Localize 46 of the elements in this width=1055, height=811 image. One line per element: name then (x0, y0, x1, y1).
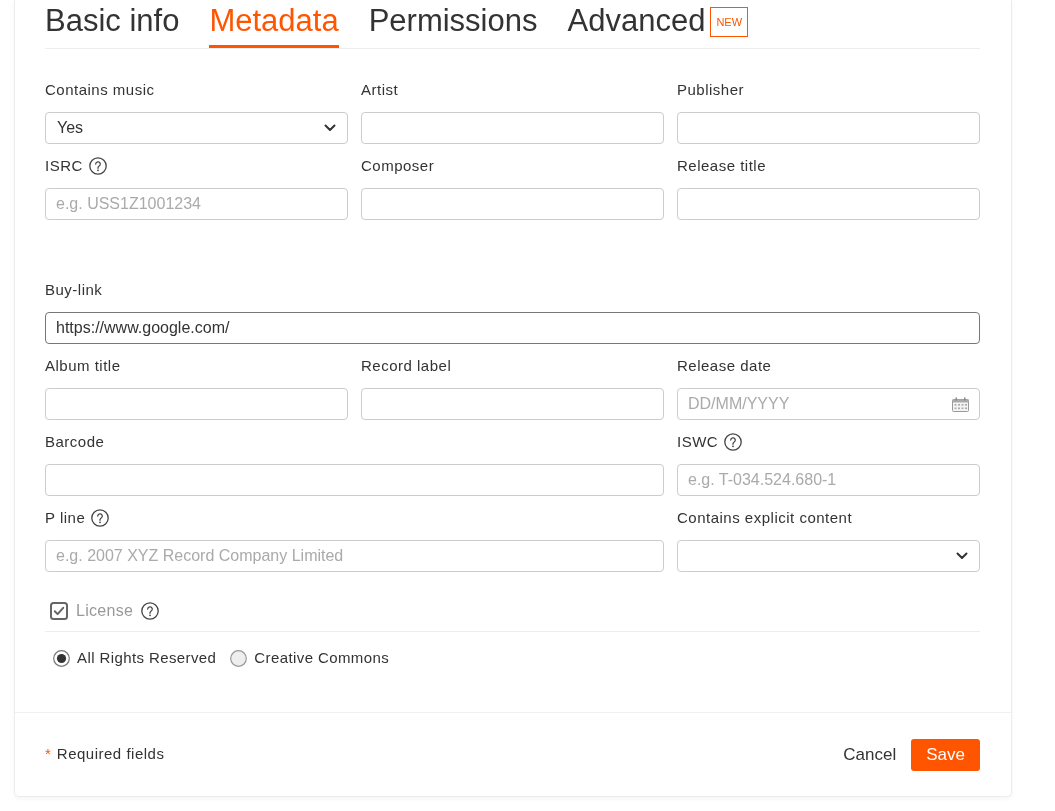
tab[interactable]: Permissions (368, 0, 538, 48)
help-icon[interactable] (724, 433, 743, 451)
field-label: Release date (677, 356, 772, 376)
field-label: Composer (361, 156, 435, 176)
text-field[interactable]: e.g. 2007 XYZ Record Company Limited (45, 540, 664, 572)
text-field[interactable] (45, 464, 664, 496)
text-field[interactable]: e.g. USS1Z1001234 (45, 188, 348, 220)
calendar-icon[interactable] (952, 397, 969, 412)
dropdown[interactable] (677, 540, 980, 572)
chevron-down-icon (956, 552, 968, 560)
tab[interactable]: Basic info (45, 0, 180, 48)
field-label: Artist (361, 80, 399, 100)
field-label: Barcode (45, 432, 105, 452)
field-label: Buy-link (45, 280, 103, 300)
field-label: ISWC (677, 432, 719, 452)
text-field[interactable]: e.g. T-034.524.680-1 (677, 464, 980, 496)
radio-button[interactable] (230, 649, 248, 667)
checkbox-label: License (76, 600, 134, 621)
date-field[interactable]: DD/MM/YYYY (677, 388, 980, 420)
field-label: Release title (677, 156, 767, 176)
field-label: Album title (45, 356, 121, 376)
field-label: Contains explicit content (677, 508, 853, 528)
help-icon[interactable] (88, 157, 107, 175)
field-label: Contains music (45, 80, 155, 100)
field-label: P line (45, 508, 86, 528)
text-field[interactable] (361, 388, 664, 420)
tab-badge: NEW (710, 7, 749, 37)
help-icon[interactable] (91, 509, 110, 527)
text-field[interactable] (45, 388, 348, 420)
cancel-button[interactable]: Cancel (843, 738, 897, 771)
text-field[interactable]: https://www.google.com/ (45, 312, 980, 344)
field-label: Publisher (677, 80, 745, 100)
text-field[interactable] (361, 188, 664, 220)
tab[interactable]: Advanced (567, 0, 706, 48)
field-label: ISRC (45, 156, 83, 176)
radio-label[interactable]: Creative Commons (254, 647, 390, 670)
radio-button[interactable] (53, 649, 70, 667)
dropdown[interactable]: Yes (45, 112, 348, 144)
required-marker: * (45, 744, 51, 765)
text-field[interactable] (361, 112, 664, 144)
text-field[interactable] (677, 188, 980, 220)
text-field[interactable] (677, 112, 980, 144)
chevron-down-icon (324, 124, 336, 132)
field-label: Record label (361, 356, 452, 376)
required-note: Required fields (56, 744, 165, 765)
radio-label[interactable]: All Rights Reserved (77, 647, 217, 670)
